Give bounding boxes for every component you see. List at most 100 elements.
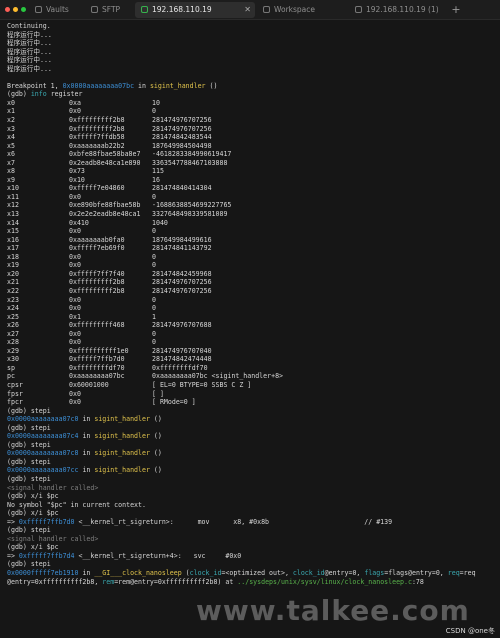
terminal-text: x15 xyxy=(7,227,19,236)
terminal-line: x1 0x0 0 xyxy=(7,107,497,116)
terminal-text: 0x60001000 xyxy=(69,380,109,389)
terminal-text: ../sysdeps/unix/sysv/linux/clock_nanosle… xyxy=(237,577,412,586)
terminal-text: 0xffffffffdf70 xyxy=(69,363,125,372)
terminal-text: x28 xyxy=(7,338,19,347)
terminal-text: x3 xyxy=(7,124,15,133)
terminal-line: => 0xfffff7ffb7d4 <__kernel_rt_sigreturn… xyxy=(7,552,497,561)
terminal-text: () xyxy=(149,432,162,441)
terminal-text: 281474976707256 xyxy=(152,286,212,295)
terminal-line: fpsr 0x0 [ ] xyxy=(7,390,497,399)
terminal-text: 281474841143792 xyxy=(152,244,212,253)
terminal-text: 0x2e2e2eadb8e48ca1 xyxy=(69,210,141,219)
terminal-text: 0 xyxy=(152,304,156,313)
terminal-text: Breakpoint 1, xyxy=(7,81,63,90)
terminal-line: (gdb) stepi xyxy=(7,407,497,416)
terminal-text: 0xfffff7ffb7d0 xyxy=(69,355,125,364)
terminal-line: x26 0xfffffffff468 281474976707688 xyxy=(7,321,497,330)
terminal-text: (gdb) stepi xyxy=(7,474,51,483)
terminal-text: 0xbfe88fbae58ba8e7 xyxy=(69,150,141,159)
new-tab-button[interactable]: + xyxy=(450,2,462,18)
terminal-text: x30 xyxy=(7,355,19,364)
terminal-line: x3 0xfffffffff2b8 281474976707256 xyxy=(7,125,497,134)
terminal-output[interactable]: Continuing. 程序运行中... 程序运行中... 程序运行中... 程序运行中… xyxy=(7,22,497,632)
watermark: www.talkee.com xyxy=(196,594,470,627)
terminal-text: 0x0 xyxy=(69,295,81,304)
terminal-text: 0 xyxy=(152,192,156,201)
terminal-text: @entry=0, xyxy=(324,569,365,577)
footer-credit: CSDN @one冬 xyxy=(443,626,497,636)
terminal-text: 0 xyxy=(152,227,156,236)
terminal-text: x27 xyxy=(7,329,19,338)
terminal-text: 0x0 xyxy=(69,227,81,236)
terminal-text: x1 xyxy=(7,107,15,116)
terminal-text: x6 xyxy=(7,150,15,159)
terminal-text: 0xfffff7e04860 xyxy=(69,184,125,193)
terminal-text: x2 xyxy=(7,116,15,125)
minimize-window-icon[interactable] xyxy=(13,7,18,12)
terminal-line: (gdb) stepi xyxy=(7,458,497,467)
maximize-window-icon[interactable] xyxy=(21,7,26,12)
terminal-text: 0x0000fffff7eb1910 xyxy=(7,569,79,577)
terminal-text: x26 xyxy=(7,321,19,330)
terminal-text: 0x10 xyxy=(69,175,85,184)
close-tab-icon[interactable]: ✕ xyxy=(244,2,251,18)
terminal-text: 0x73 xyxy=(69,167,85,176)
terminal-line: x9 0x10 16 xyxy=(7,176,497,185)
terminal-line: x25 0x1 1 xyxy=(7,313,497,322)
terminal-text: sigint_handler xyxy=(94,432,150,441)
terminal-text: x4 xyxy=(7,133,15,142)
terminal-text: 0 xyxy=(152,329,156,338)
terminal-text: in xyxy=(78,415,95,424)
terminal-text: x18 xyxy=(7,252,19,261)
terminal-text: 0x1 xyxy=(69,312,81,321)
terminal-text: 0x0 xyxy=(69,252,81,261)
terminal-text: (gdb) x/i $pc xyxy=(7,543,59,552)
terminal-line: x14 0x410 1040 xyxy=(7,219,497,228)
terminal-text: 0xfffff7ffb7d0 xyxy=(18,517,75,526)
terminal-text: info xyxy=(30,90,47,99)
terminal-text: =<optimized out>, xyxy=(221,569,293,577)
terminal-line: x21 0xfffffffff2b8 281474976707256 xyxy=(7,278,497,287)
tab-ssh-active[interactable]: 192.168.110.19 ✕ xyxy=(135,2,255,18)
terminal-text: 3363547788467103888 xyxy=(152,158,228,167)
terminal-line: (gdb) stepi xyxy=(7,441,497,450)
terminal-text: 程序运行中... xyxy=(7,64,52,73)
terminal-line: fpcr 0x0 [ RMode=0 ] xyxy=(7,398,497,407)
terminal-line: 程序运行中... xyxy=(7,56,497,65)
terminal-text: in xyxy=(134,81,150,90)
terminal-text: 0xfffffffff2b8 xyxy=(69,124,125,133)
terminal-text: 0x0 xyxy=(69,261,81,270)
terminal-text: 0xffffffffdf70 xyxy=(152,363,208,372)
tab-ssh-second[interactable]: 192.168.110.19 (1) xyxy=(349,2,448,18)
terminal-line: x10 0xfffff7e04860 281474840414304 xyxy=(7,184,497,193)
close-window-icon[interactable] xyxy=(5,7,10,12)
terminal-text: 0xaaaaaaaa07bc xyxy=(69,372,125,381)
terminal-text: x7 xyxy=(7,158,15,167)
terminal-line: 程序运行中... xyxy=(7,65,497,74)
terminal-text: 0x0 xyxy=(69,329,81,338)
terminal-text: (gdb) x/i $pc xyxy=(7,492,59,501)
terminal-text: (gdb) stepi xyxy=(7,440,51,449)
terminal-text: () xyxy=(149,415,162,424)
terminal-text: register xyxy=(46,90,83,99)
terminal-line: x28 0x0 0 xyxy=(7,338,497,347)
tab-sftp[interactable]: SFTP xyxy=(85,2,133,18)
terminal-text: 0x0 xyxy=(69,304,81,313)
terminal-line: x15 0x0 0 xyxy=(7,227,497,236)
terminal-line: x7 0x2eadb8e48ca1e890 3363547788467103888 xyxy=(7,159,497,168)
terminal-text: 0 xyxy=(152,338,156,347)
terminal-text: 0x0 xyxy=(69,107,81,116)
tab-vaults[interactable]: Vaults xyxy=(29,2,83,18)
terminal-text: 0xaaaaaaab0fa0 xyxy=(69,235,125,244)
terminal-text: 0x0 xyxy=(69,389,81,398)
terminal-text: 程序运行中... xyxy=(7,30,52,39)
terminal-line: x13 0x2e2e2eadb8e48ca1 3327648498339581089 xyxy=(7,210,497,219)
terminal-text: x19 xyxy=(7,261,19,270)
terminal-text: x24 xyxy=(7,304,19,313)
terminal-text: (gdb) stepi xyxy=(7,560,51,569)
terminal-line: x11 0x0 0 xyxy=(7,193,497,202)
terminal-line: x22 0xfffffffff2b8 281474976707256 xyxy=(7,287,497,296)
terminal-line: x2 0xfffffffff2b8 281474976707256 xyxy=(7,116,497,125)
terminal-text: in xyxy=(78,432,95,441)
tab-workspace[interactable]: Workspace xyxy=(257,2,347,18)
